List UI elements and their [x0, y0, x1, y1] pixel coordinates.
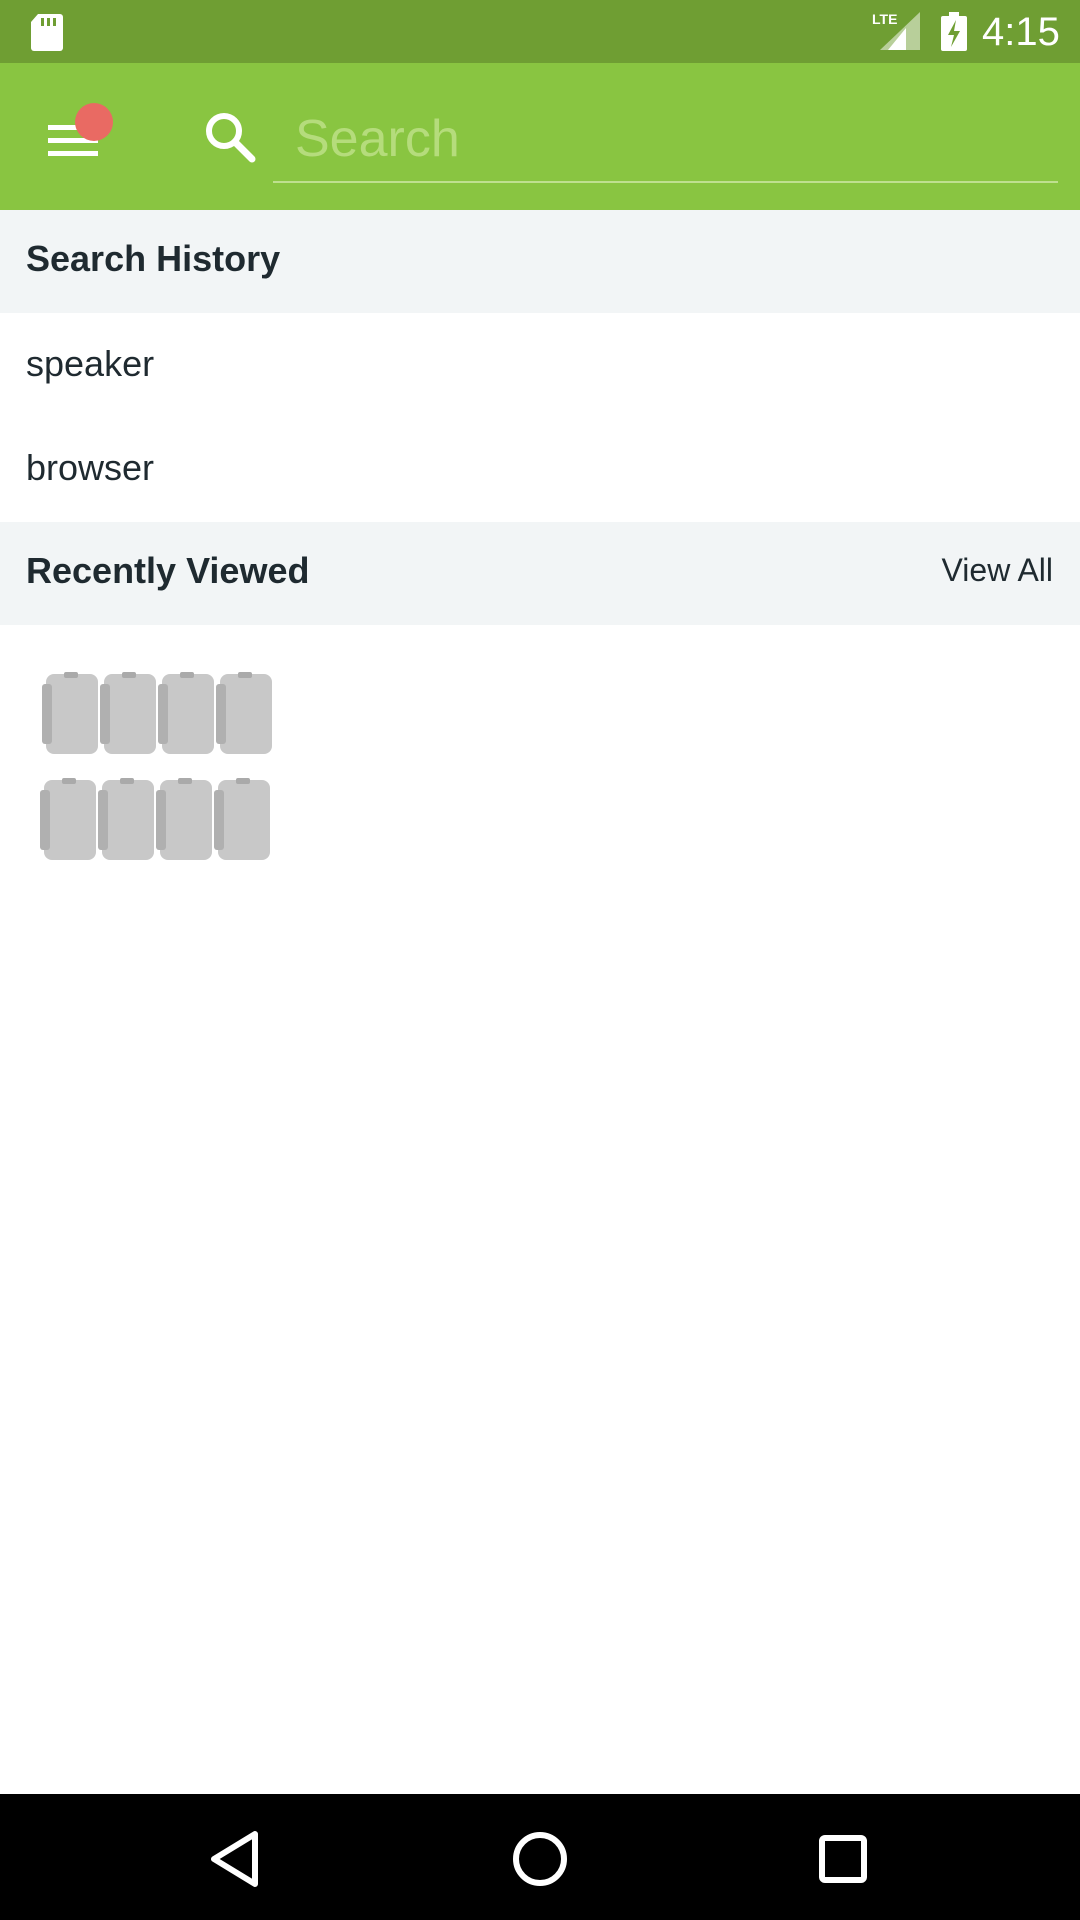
sd-card-icon	[31, 14, 63, 51]
search-history-header: Search History	[0, 210, 1080, 313]
recents-icon[interactable]	[808, 1824, 878, 1894]
battery-charging-icon	[941, 12, 967, 51]
search-input[interactable]	[293, 99, 1053, 179]
back-icon[interactable]	[200, 1824, 270, 1894]
search-icon	[206, 113, 256, 163]
speaker-product-image	[40, 672, 272, 860]
recently-viewed-item[interactable]	[40, 664, 280, 872]
recently-viewed-title: Recently Viewed	[26, 550, 310, 591]
search-history-title: Search History	[26, 238, 281, 279]
view-all-link[interactable]: View All	[942, 552, 1053, 589]
status-clock: 4:15	[982, 10, 1060, 54]
home-icon[interactable]	[505, 1824, 575, 1894]
history-item-speaker[interactable]: speaker	[0, 313, 1080, 417]
recently-viewed-header: Recently Viewed View All	[0, 522, 1080, 625]
navigation-bar	[0, 1794, 1080, 1920]
app-bar	[0, 63, 1080, 210]
lte-signal-icon: LTE	[872, 11, 920, 50]
history-item-browser[interactable]: browser	[0, 417, 1080, 521]
search-button[interactable]	[200, 107, 260, 167]
history-item-label: speaker	[26, 343, 155, 384]
network-label: LTE	[872, 11, 897, 27]
status-bar: LTE 4:15	[0, 0, 1080, 63]
notification-dot	[75, 103, 113, 141]
menu-button[interactable]	[30, 95, 130, 185]
history-item-label: browser	[26, 447, 155, 488]
search-field[interactable]	[273, 99, 1058, 183]
